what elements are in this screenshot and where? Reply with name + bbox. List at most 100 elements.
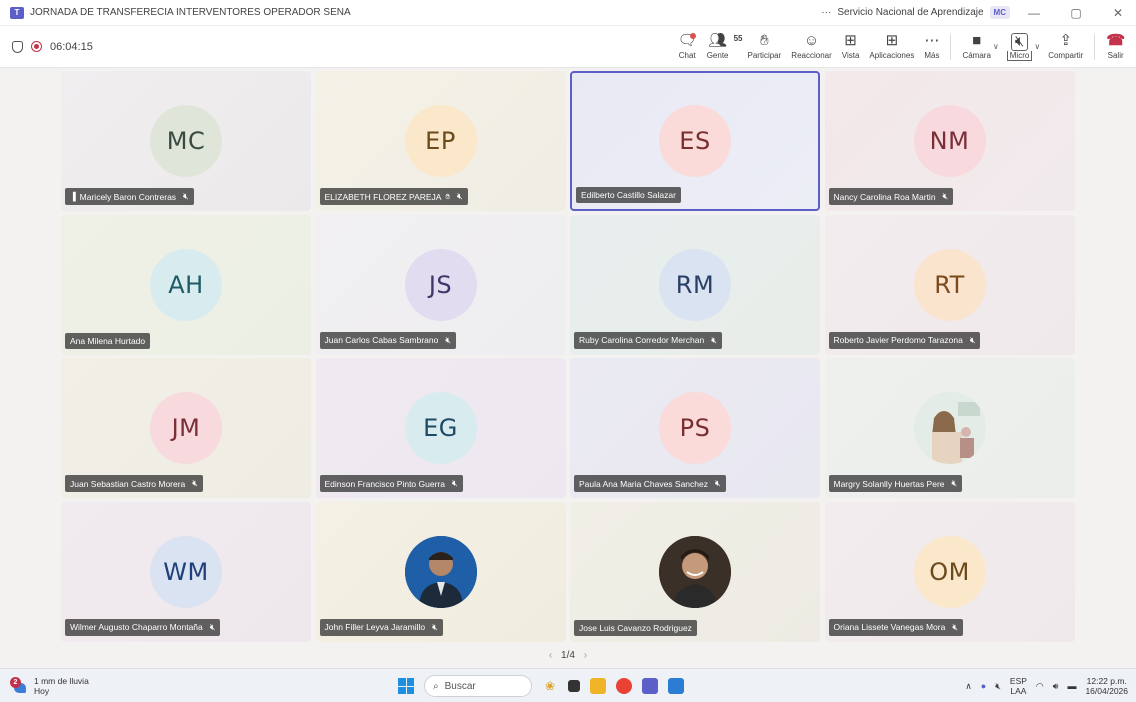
apps-label: Aplicaciones: [869, 51, 915, 60]
participant-name-tag: ▐ Maricely Baron Contreras 🔇︎: [65, 188, 194, 205]
hand-icon: ✋︎: [760, 32, 769, 49]
mic-muted-icon: 🔇︎: [711, 334, 717, 345]
people-button[interactable]: 👥︎ 55 Gente: [702, 28, 743, 66]
view-button[interactable]: ⊞ Vista: [837, 28, 865, 66]
chevron-up-icon[interactable]: ∧: [965, 681, 972, 692]
mic-muted-icon: 🔇︎: [209, 621, 216, 632]
people-count: 55: [733, 33, 743, 43]
system-clock[interactable]: 12:22 p.m. 16/04/2026: [1085, 676, 1128, 696]
camera-button[interactable]: ■ Cámara: [957, 28, 995, 66]
participant-tile[interactable]: EP ELIZABETH FLOREZ PAREJA ✋︎ 🔇︎: [315, 71, 566, 211]
participant-tile[interactable]: ES Edilberto Castillo Salazar: [570, 71, 820, 211]
participant-tile[interactable]: JS Juan Carlos Cabas Sambrano 🔇︎: [315, 214, 566, 355]
participant-tile[interactable]: RM Ruby Carolina Corredor Merchan 🔇︎: [570, 214, 820, 355]
react-label: Reaccionar: [791, 51, 832, 60]
participant-photo: [659, 535, 731, 608]
lang-bottom: LAA: [1010, 686, 1027, 696]
language-indicator[interactable]: ESP LAA: [1010, 676, 1027, 696]
people-label: Gente: [706, 51, 729, 60]
widgets-icon[interactable]: ❀: [542, 678, 558, 694]
participant-tile[interactable]: John Filler Leyva Jaramillo 🔇︎: [315, 501, 566, 642]
participant-name-tag: Paula Ana Maria Chaves Sanchez 🔇︎: [574, 475, 726, 492]
participant-name: John Filler Leyva Jaramillo: [324, 622, 426, 632]
participant-name: Oriana Lissete Vanegas Mora: [833, 622, 946, 632]
apps-button[interactable]: ⊞ Aplicaciones: [864, 28, 919, 66]
participant-tile[interactable]: AH Ana Milena Hurtado: [61, 214, 311, 355]
mic-muted-icon: 🔇︎: [969, 334, 976, 345]
participant-tile[interactable]: RT Roberto Javier Perdomo Tarazona 🔇︎: [824, 214, 1075, 355]
user-avatar[interactable]: MC: [989, 6, 1010, 19]
camera-off-icon: ■: [972, 32, 982, 49]
participant-tile[interactable]: Jose Luis Cavanzo Rodriguez: [570, 501, 820, 642]
prev-page-button[interactable]: ‹: [549, 650, 552, 661]
share-label: Compartir: [1048, 51, 1084, 60]
participant-tile[interactable]: WM Wilmer Augusto Chaparro Montaña 🔇︎: [61, 501, 311, 642]
gallery-pager: ‹ 1/4 ›: [0, 650, 1136, 661]
participant-name: Edilberto Castillo Salazar: [581, 190, 676, 200]
participant-name-tag: Margry Solanlly Huertas Pere 🔇︎: [828, 475, 963, 492]
minimize-icon[interactable]: —: [1016, 6, 1052, 20]
outlook-icon[interactable]: [668, 678, 684, 694]
next-page-button[interactable]: ›: [584, 650, 587, 661]
mic-muted-icon: 🔇︎: [445, 334, 452, 345]
more-button[interactable]: ⋯ Más: [919, 28, 944, 66]
wifi-icon[interactable]: ◠: [1036, 681, 1044, 692]
participant-name: Nancy Carolina Roa Martin: [833, 191, 936, 202]
weather-widget[interactable]: 2 1 mm de lluvia Hoy: [0, 676, 300, 696]
windows-taskbar: 2 1 mm de lluvia Hoy ⌕ Buscar ❀ ∧ ● 🔇︎ E…: [0, 668, 1136, 702]
people-icon: 👥︎: [708, 32, 728, 49]
taskbar-search[interactable]: ⌕ Buscar: [424, 675, 532, 697]
volume-icon[interactable]: 🔊︎: [1053, 681, 1059, 692]
windows-start-icon[interactable]: [398, 678, 414, 694]
mic-muted-icon: 🔇︎: [432, 621, 438, 632]
participant-avatar: OM: [913, 535, 986, 608]
participant-name: Ana Milena Hurtado: [70, 335, 146, 346]
participant-name: Juan Carlos Cabas Sambrano: [324, 335, 439, 345]
participant-tile[interactable]: Margry Solanlly Huertas Pere 🔇︎: [824, 358, 1075, 498]
teams-taskbar-icon[interactable]: [642, 678, 658, 694]
participant-name-tag: Juan Sebastian Castro Morera 🔇︎: [65, 475, 203, 492]
restore-icon[interactable]: ▢: [1058, 6, 1094, 20]
mic-label: Micro: [1006, 50, 1033, 61]
chat-button[interactable]: 🗨︎ Chat: [673, 28, 702, 66]
participant-name: Maricely Baron Contreras: [79, 191, 177, 202]
toolbar-divider: [950, 33, 952, 60]
mic-button[interactable]: 🔇︎ Micro: [1002, 28, 1038, 66]
lang-top: ESP: [1009, 676, 1027, 686]
participant-avatar: ES: [659, 105, 731, 177]
participant-name-tag: Roberto Javier Perdomo Tarazona 🔇︎: [828, 331, 981, 349]
view-label: Vista: [841, 51, 860, 60]
smiley-icon: ☺: [803, 32, 820, 49]
participant-photo: [404, 535, 477, 608]
signal-bars-icon: ▐: [70, 192, 76, 201]
clock-date: 16/04/2026: [1085, 686, 1128, 696]
hand-raised-icon: ✋︎: [445, 191, 451, 201]
shield-icon: [12, 40, 23, 53]
participant-name: Roberto Javier Perdomo Tarazona: [833, 335, 963, 345]
participant-tile[interactable]: JM Juan Sebastian Castro Morera 🔇︎: [61, 358, 311, 498]
react-button[interactable]: ☺ Reaccionar: [786, 28, 836, 66]
participant-tile[interactable]: OM Oriana Lissete Vanegas Mora 🔇︎: [824, 501, 1075, 642]
mic-muted-icon: 🔇︎: [192, 478, 198, 488]
raise-hand-button[interactable]: ✋︎ Participar: [743, 28, 787, 66]
participant-name-tag: Edinson Francisco Pinto Guerra 🔇︎: [319, 475, 463, 492]
participant-avatar: EG: [404, 392, 477, 464]
participant-name: Paula Ana Maria Chaves Sanchez: [579, 478, 708, 489]
mic-muted-tray-icon[interactable]: 🔇︎: [995, 681, 1001, 692]
participant-tile[interactable]: MC ▐ Maricely Baron Contreras 🔇︎: [61, 71, 311, 211]
close-icon[interactable]: ✕: [1100, 6, 1136, 20]
participant-tile[interactable]: EG Edinson Francisco Pinto Guerra 🔇︎: [315, 358, 566, 498]
add-app-icon: ⊞: [885, 32, 899, 49]
more-options-icon[interactable]: ···: [821, 7, 831, 18]
share-button[interactable]: ⇪ Compartir: [1043, 28, 1088, 66]
teams-tray-icon[interactable]: ●: [981, 681, 986, 691]
chrome-icon[interactable]: [616, 678, 632, 694]
participant-avatar: MC: [150, 105, 222, 177]
participant-tile[interactable]: PS Paula Ana Maria Chaves Sanchez 🔇︎: [570, 358, 820, 498]
file-explorer-icon[interactable]: [590, 678, 606, 694]
participant-tile[interactable]: NM Nancy Carolina Roa Martin 🔇︎: [824, 71, 1075, 211]
task-view-icon[interactable]: [568, 680, 580, 692]
mic-muted-icon: 🔇︎: [715, 478, 721, 488]
battery-icon[interactable]: ▬: [1067, 681, 1076, 691]
leave-button[interactable]: ☎︎ Salir: [1101, 28, 1130, 66]
